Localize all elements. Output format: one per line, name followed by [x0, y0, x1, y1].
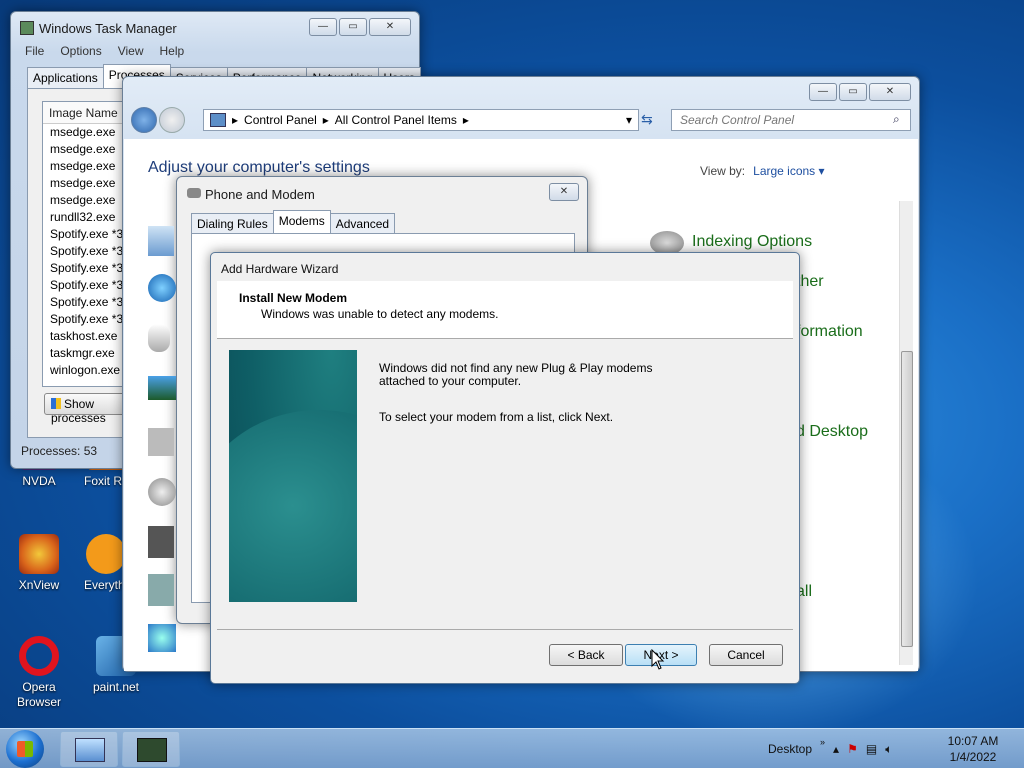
- opera-icon: [19, 636, 59, 676]
- close-button[interactable]: ✕: [869, 83, 911, 101]
- status-bar-processes: Processes: 53: [21, 444, 98, 458]
- breadcrumb-separator-icon: ▸: [232, 113, 239, 127]
- desktop-icon-xnview[interactable]: XnView: [9, 534, 69, 592]
- close-button[interactable]: ✕: [549, 183, 579, 201]
- wizard-header: Install New Modem Windows was unable to …: [217, 281, 793, 339]
- refresh-icon[interactable]: ⇆: [641, 111, 665, 131]
- action-center-flag-icon[interactable]: ⚑: [847, 742, 858, 756]
- view-by: View by: Large icons ▾: [700, 164, 825, 178]
- task-manager-icon: [20, 21, 34, 35]
- address-bar[interactable]: ▸ Control Panel ▸ All Control Panel Item…: [203, 109, 639, 131]
- mouse-icon: [148, 324, 170, 352]
- breadcrumb-all-items[interactable]: All Control Panel Items: [335, 113, 457, 127]
- navigation-buttons: [131, 107, 185, 133]
- menu-file[interactable]: File: [25, 44, 44, 58]
- search-icon: ⌕: [893, 112, 900, 126]
- phone-icon: [187, 188, 201, 198]
- task-manager-icon: [137, 738, 167, 762]
- desktop-icon-label: XnView: [18, 578, 60, 592]
- divider: [217, 629, 793, 630]
- menu-bar: File Options View Help: [25, 44, 184, 58]
- desktop-icon-label: NVDA: [22, 474, 56, 488]
- desktop-icon-label: paint.net: [92, 680, 140, 694]
- show-hidden-icons-icon[interactable]: ▴: [833, 742, 839, 756]
- globe-icon: [148, 274, 176, 302]
- tab-applications[interactable]: Applications: [27, 67, 104, 89]
- taskbar: Desktop » ▴ ⚑ ▤ 🔈︎ 10:07 AM 1/4/2022: [0, 728, 1024, 768]
- windows-logo-icon: [17, 741, 33, 757]
- cp-item-partial-3[interactable]: d Desktop: [796, 423, 868, 441]
- window-title: Phone and Modem: [205, 187, 315, 202]
- view-by-dropdown[interactable]: Large icons: [753, 164, 815, 178]
- chevron-down-icon: ▾: [815, 164, 825, 178]
- desktop-icon-opera[interactable]: Opera Browser: [9, 636, 69, 710]
- scrollbar-thumb[interactable]: [901, 351, 913, 647]
- display-icon: [148, 376, 176, 400]
- cp-icon-column: [148, 196, 176, 656]
- desktop-icon-label: Opera Browser: [16, 680, 61, 709]
- breadcrumb-separator-icon: ▸: [462, 113, 469, 127]
- view-by-label: View by:: [700, 164, 746, 178]
- forward-arrow-icon[interactable]: [159, 107, 185, 133]
- minimize-button[interactable]: —: [809, 83, 837, 101]
- programs-icon: [148, 428, 174, 456]
- menu-view[interactable]: View: [118, 44, 144, 58]
- caption-buttons: — ▭ ✕: [309, 18, 411, 36]
- user-accounts-icon: [148, 226, 174, 256]
- xnview-icon: [19, 534, 59, 574]
- system-clock[interactable]: 10:07 AM 1/4/2022: [938, 733, 1008, 765]
- wizard-heading: Install New Modem: [239, 291, 348, 305]
- dropdown-arrow-icon[interactable]: ▾: [626, 113, 632, 127]
- control-panel-icon: [210, 113, 226, 127]
- windows-update-icon: [148, 624, 176, 652]
- breadcrumb-separator-icon: ▸: [322, 113, 329, 127]
- minimize-button[interactable]: —: [309, 18, 337, 36]
- network-icon[interactable]: ▤: [866, 742, 877, 756]
- cp-item-partial-2[interactable]: formation: [796, 323, 863, 341]
- volume-icon[interactable]: 🔈︎: [885, 742, 892, 757]
- menu-help[interactable]: Help: [160, 44, 185, 58]
- vertical-scrollbar[interactable]: [899, 201, 913, 665]
- wizard-subheading: Windows was unable to detect any modems.: [261, 307, 499, 321]
- maximize-button[interactable]: ▭: [839, 83, 867, 101]
- wizard-message: Windows did not find any new Plug & Play…: [379, 361, 653, 388]
- wizard-instruction: To select your modem from a list, click …: [379, 410, 614, 424]
- system-icon: [148, 526, 174, 558]
- search-input[interactable]: Search Control Panel: [671, 109, 911, 131]
- shield-icon: [51, 398, 61, 409]
- clock-date: 1/4/2022: [949, 750, 997, 764]
- tab-advanced[interactable]: Advanced: [329, 213, 396, 235]
- toolbar-expand-icon[interactable]: »: [820, 737, 825, 747]
- cp-item-indexing-options[interactable]: Indexing Options: [692, 233, 812, 251]
- speaker-icon: [148, 478, 176, 506]
- show-desktop-toolbar[interactable]: Desktop: [768, 742, 812, 756]
- control-panel-icon: [75, 738, 105, 762]
- notification-area: Desktop » ▴ ⚑ ▤ 🔈︎: [768, 729, 892, 768]
- tab-strip: Dialing Rules Modems Advanced: [191, 210, 396, 235]
- wizard-side-graphic: [229, 350, 357, 602]
- cp-item-partial-1[interactable]: ther: [796, 273, 824, 291]
- taskbar-control-panel[interactable]: [60, 731, 118, 767]
- mouse-cursor-icon: [651, 649, 665, 670]
- window-title: Windows Task Manager: [39, 21, 177, 36]
- tab-modems[interactable]: Modems: [272, 210, 331, 235]
- tab-dialing-rules[interactable]: Dialing Rules: [191, 213, 274, 235]
- taskbar-task-manager[interactable]: [122, 731, 180, 767]
- maximize-button[interactable]: ▭: [339, 18, 367, 36]
- add-hardware-wizard-window[interactable]: Add Hardware Wizard Install New Modem Wi…: [210, 252, 800, 684]
- clock-time: 10:07 AM: [947, 734, 999, 748]
- breadcrumb-control-panel[interactable]: Control Panel: [244, 113, 317, 127]
- caption-buttons: — ▭ ✕: [809, 83, 911, 101]
- back-button[interactable]: < Back: [549, 644, 623, 666]
- everything-icon: [86, 534, 126, 574]
- caption-buttons: ✕: [549, 183, 579, 201]
- window-title: Add Hardware Wizard: [221, 262, 339, 276]
- taskbar-icon: [148, 574, 174, 606]
- back-arrow-icon[interactable]: [131, 107, 157, 133]
- start-button[interactable]: [6, 730, 44, 768]
- menu-options[interactable]: Options: [60, 44, 101, 58]
- close-button[interactable]: ✕: [369, 18, 411, 36]
- cancel-button[interactable]: Cancel: [709, 644, 783, 666]
- page-title: Adjust your computer's settings: [148, 159, 370, 176]
